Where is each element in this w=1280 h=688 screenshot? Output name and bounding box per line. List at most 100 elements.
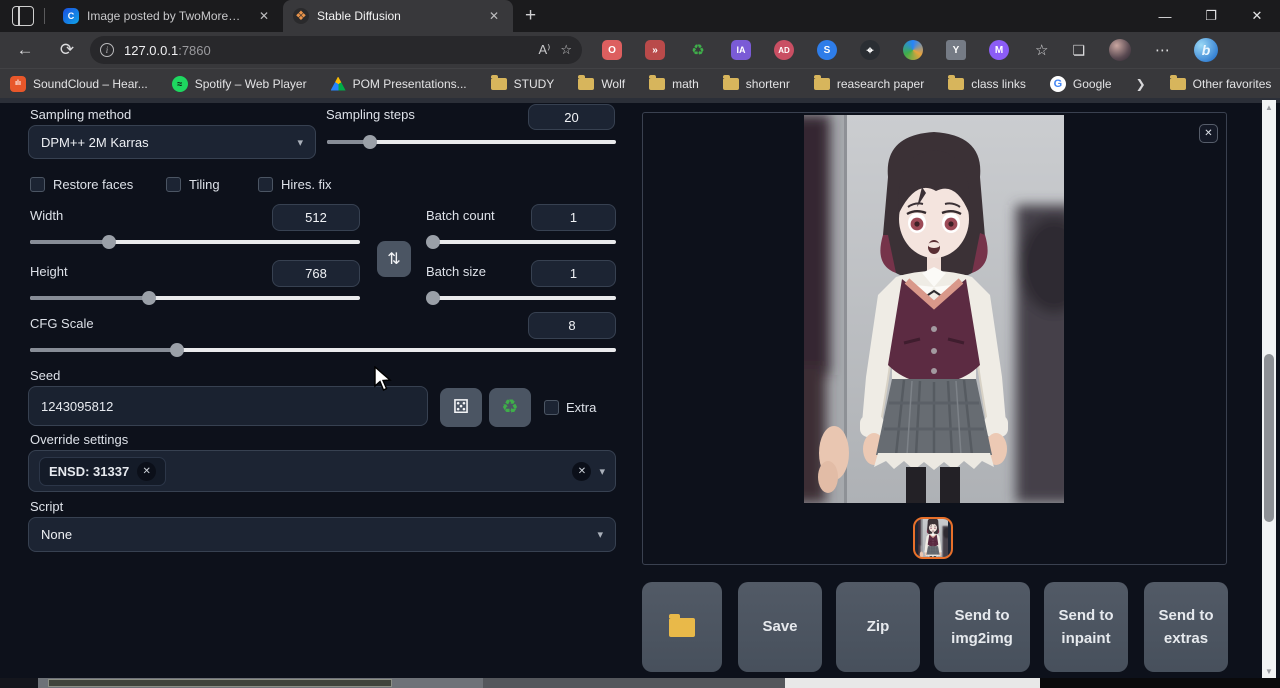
seed-label: Seed: [30, 368, 60, 383]
bookmark-wolf-folder[interactable]: Wolf: [578, 77, 625, 91]
scroll-down-icon[interactable]: ▼: [1262, 664, 1276, 678]
width-label: Width: [30, 208, 63, 223]
soundcloud-ext-icon[interactable]: O: [602, 40, 622, 60]
tab-close-icon[interactable]: ✕: [485, 7, 503, 25]
y-ext-icon[interactable]: Y: [946, 40, 966, 60]
height-value[interactable]: 768: [272, 260, 360, 287]
cfg-scale-value[interactable]: 8: [528, 312, 616, 339]
video-downloader-ext-icon[interactable]: »: [645, 40, 665, 60]
zip-button[interactable]: Zip: [836, 582, 920, 672]
width-slider[interactable]: [30, 235, 360, 249]
bookmark-soundcloud[interactable]: ılıSoundCloud – Hear...: [10, 76, 148, 92]
gallery-thumbnail-selected[interactable]: [913, 517, 953, 559]
globe-ext-icon[interactable]: [903, 40, 923, 60]
batch-count-value[interactable]: 1: [531, 204, 616, 231]
batch-count-slider[interactable]: [427, 235, 616, 249]
folder-icon: [814, 78, 830, 90]
scrollbar-thumb[interactable]: [48, 679, 392, 687]
browser-toolbar: ← ⟳ i 127.0.0.1:7860 A⁾ ☆ O » ♻ IA AD S …: [0, 32, 1280, 68]
add-favorite-icon[interactable]: ☆: [560, 42, 572, 58]
horizontal-scrollbar[interactable]: [0, 678, 1280, 688]
tiling-checkbox[interactable]: [166, 177, 181, 192]
url-text: 127.0.0.1:7860: [124, 43, 518, 58]
generated-image[interactable]: [804, 115, 1064, 503]
sampling-steps-value[interactable]: 20: [528, 104, 615, 130]
settings-dots-icon[interactable]: ⋯: [1155, 41, 1170, 59]
send-to-inpaint-button[interactable]: Send to inpaint: [1044, 582, 1128, 672]
bookmark-classlinks-folder[interactable]: class links: [948, 77, 1026, 91]
adblock-ext-icon[interactable]: AD: [774, 40, 794, 60]
clear-all-icon[interactable]: ✕: [572, 462, 591, 481]
bookmark-google[interactable]: GGoogle: [1050, 76, 1112, 92]
gradio-favicon-icon: ❖: [293, 8, 309, 24]
bin-ext-icon[interactable]: ♻: [688, 40, 708, 60]
bookmark-math-folder[interactable]: math: [649, 77, 699, 91]
extra-seed-checkbox[interactable]: [544, 400, 559, 415]
minimize-button[interactable]: —: [1142, 0, 1188, 32]
cfg-scale-slider[interactable]: [30, 343, 616, 357]
send-to-extras-button[interactable]: Send to extras: [1144, 582, 1228, 672]
tab-title: Image posted by TwoMoreTimes: [87, 9, 247, 23]
seed-input[interactable]: 1243095812: [28, 386, 428, 426]
refresh-button[interactable]: ⟳: [52, 40, 82, 60]
collections-icon[interactable]: ❏: [1072, 42, 1085, 59]
monica-ext-icon[interactable]: M: [989, 40, 1009, 60]
folder-icon: [649, 78, 665, 90]
script-select[interactable]: None ▾: [28, 517, 616, 552]
spotify-icon: ≈: [172, 76, 188, 92]
reuse-seed-button[interactable]: ♻: [489, 388, 531, 427]
back-button[interactable]: ←: [10, 40, 40, 60]
read-aloud-icon[interactable]: A⁾: [538, 42, 550, 58]
tab-civitai[interactable]: C Image posted by TwoMoreTimes ✕: [53, 0, 283, 32]
save-button[interactable]: Save: [738, 582, 822, 672]
restore-faces-checkbox[interactable]: [30, 177, 45, 192]
scroll-up-icon[interactable]: ▲: [1262, 100, 1276, 114]
restore-button[interactable]: ❐: [1188, 0, 1234, 32]
close-window-button[interactable]: ✕: [1234, 0, 1280, 32]
other-favorites[interactable]: Other favorites: [1170, 77, 1272, 91]
site-info-icon[interactable]: i: [100, 43, 114, 57]
bookmark-spotify[interactable]: ≈Spotify – Web Player: [172, 76, 307, 92]
address-bar[interactable]: i 127.0.0.1:7860 A⁾ ☆: [90, 36, 582, 64]
batch-size-slider[interactable]: [427, 291, 616, 305]
close-gallery-button[interactable]: ✕: [1199, 124, 1218, 143]
batch-size-value[interactable]: 1: [531, 260, 616, 287]
bookmarks-overflow-icon[interactable]: ❯: [1136, 77, 1146, 91]
hires-fix-checkbox[interactable]: [258, 177, 273, 192]
shazam-ext-icon[interactable]: S: [817, 40, 837, 60]
bookmark-pom[interactable]: POM Presentations...: [331, 77, 467, 91]
sampling-method-select[interactable]: DPM++ 2M Karras ▾: [28, 125, 316, 159]
send-to-img2img-button[interactable]: Send to img2img: [934, 582, 1030, 672]
chevron-down-icon: ▾: [597, 528, 603, 541]
browser-tab-strip: C Image posted by TwoMoreTimes ✕ ❖ Stabl…: [0, 0, 1280, 32]
tab-actions-icon[interactable]: [12, 6, 34, 26]
bookmark-study-folder[interactable]: STUDY: [491, 77, 555, 91]
bing-copilot-icon[interactable]: b: [1194, 38, 1218, 62]
scrollbar-thumb[interactable]: [1264, 354, 1274, 522]
civitai-favicon-icon: C: [63, 8, 79, 24]
new-tab-button[interactable]: +: [525, 5, 536, 27]
open-folder-button[interactable]: [642, 582, 722, 672]
bookmark-research-folder[interactable]: reasearch paper: [814, 77, 924, 91]
taskbar-sliver: [1040, 678, 1280, 688]
height-label: Height: [30, 264, 68, 279]
favorites-icon[interactable]: ☆: [1035, 41, 1048, 59]
sampling-steps-slider[interactable]: [327, 135, 616, 149]
random-seed-button[interactable]: ⚄: [440, 388, 482, 427]
override-settings-box[interactable]: ENSD: 31337 ✕ ✕ ▾: [28, 450, 616, 492]
pin-ext-icon[interactable]: ⌖: [860, 40, 880, 60]
tab-stable-diffusion[interactable]: ❖ Stable Diffusion ✕: [283, 0, 513, 32]
swap-dimensions-button[interactable]: ⇅: [377, 241, 411, 277]
stable-diffusion-page: Sampling method DPM++ 2M Karras ▾ Sampli…: [0, 98, 1280, 688]
ia-ext-icon[interactable]: IA: [731, 40, 751, 60]
restore-faces-label: Restore faces: [53, 177, 133, 192]
bookmark-shortenr-folder[interactable]: shortenr: [723, 77, 790, 91]
width-value[interactable]: 512: [272, 204, 360, 231]
profile-avatar[interactable]: [1109, 39, 1131, 61]
vertical-scrollbar[interactable]: ▲ ▼: [1262, 100, 1276, 678]
chip-close-icon[interactable]: ✕: [137, 462, 156, 481]
folder-icon: [1170, 78, 1186, 90]
tab-close-icon[interactable]: ✕: [255, 7, 273, 25]
chevron-down-icon[interactable]: ▾: [599, 465, 605, 478]
height-slider[interactable]: [30, 291, 360, 305]
